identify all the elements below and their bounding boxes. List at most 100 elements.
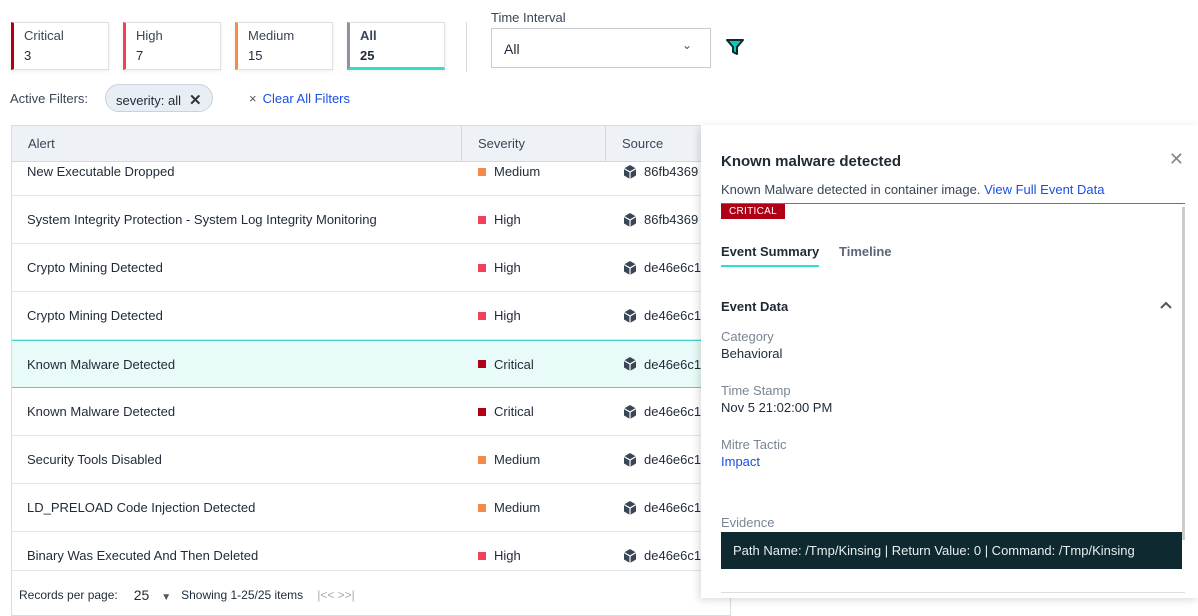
table-row[interactable]: Known Malware Detected Critical de46e6c1 [12,340,730,388]
container-icon [623,404,637,419]
column-severity[interactable]: Severity [462,126,606,161]
clear-all-filters-link[interactable]: × Clear All Filters [249,91,350,106]
divider [466,22,467,72]
chevron-down-icon: ⌄ [681,38,692,52]
timestamp-value: Nov 5 21:02:00 PM [721,400,833,415]
close-icon: × [249,91,257,106]
active-filters-label: Active Filters: [10,91,89,106]
severity-value: Medium [494,452,541,467]
container-icon [623,164,637,179]
severity-value: High [494,212,521,227]
event-detail-panel: Known malware detected ✕ Known Malware d… [701,125,1198,598]
source-value: de46e6c1 [644,260,702,275]
container-icon [623,548,637,563]
divider [721,592,1185,593]
time-interval-label: Time Interval [491,10,566,25]
pagination-controls[interactable]: |<< >>| [317,588,355,602]
view-full-event-link[interactable]: View Full Event Data [984,182,1104,197]
severity-indicator-icon [478,360,486,368]
time-interval-select[interactable]: All ⌄ [491,28,711,68]
showing-items: Showing 1-25/25 items [181,587,304,602]
source-value: de46e6c1 [644,452,702,467]
divider [721,203,1185,204]
severity-card-critical[interactable]: Critical 3 [11,22,109,70]
filter-chip[interactable]: severity: all ✕ [105,84,213,112]
filter-chip-label: severity: all [116,93,182,108]
severity-indicator-icon [478,215,486,224]
panel-description: Known Malware detected in container imag… [721,182,981,197]
alert-name: Known Malware Detected [27,404,176,419]
clear-all-label: Clear All Filters [262,91,351,106]
card-count: 3 [24,48,32,63]
card-label: All [360,28,377,43]
table-row[interactable]: Security Tools Disabled Medium de46e6c1 [12,436,730,484]
severity-value: High [494,260,521,275]
container-icon [623,212,637,227]
mitre-tactic-label: Mitre Tactic [721,437,787,452]
caret-down-icon: ▼ [161,591,172,603]
tab-event-summary[interactable]: Event Summary [721,244,820,267]
alerts-table: Alert Severity Source New Executable Dro… [11,125,731,616]
severity-indicator-icon [478,263,486,272]
timestamp-label: Time Stamp [721,383,791,398]
close-icon[interactable]: ✕ [1169,149,1184,170]
severity-badge: CRITICAL [721,204,785,219]
table-row[interactable]: Crypto Mining Detected High de46e6c1 [12,244,730,292]
source-value: de46e6c1 [644,356,702,372]
severity-indicator-icon [478,551,486,560]
severity-indicator-icon [478,167,486,176]
alert-name: New Executable Dropped [27,164,175,179]
source-value: de46e6c1 [644,404,702,419]
alert-name: LD_PRELOAD Code Injection Detected [27,500,256,515]
tab-timeline[interactable]: Timeline [839,244,892,265]
severity-card-all[interactable]: All 25 [347,22,445,70]
source-value: de46e6c1 [644,548,702,563]
card-count: 25 [360,48,375,63]
table-footer: Records per page: 25 ▼ Showing 1-25/25 i… [12,570,730,615]
severity-indicator-icon [478,311,486,320]
container-icon [623,260,637,275]
category-value: Behavioral [721,346,783,361]
table-header: Alert Severity Source [12,126,730,162]
severity-card-high[interactable]: High 7 [123,22,221,70]
close-icon[interactable]: ✕ [189,92,202,109]
scrollbar[interactable] [1182,207,1185,540]
event-data-heading: Event Data [721,299,789,314]
alert-name: Binary Was Executed And Then Deleted [27,548,259,563]
table-row[interactable]: LD_PRELOAD Code Injection Detected Mediu… [12,484,730,532]
category-label: Category [721,329,774,344]
table-row[interactable]: Known Malware Detected Critical de46e6c1 [12,388,730,436]
table-row[interactable]: New Executable Dropped Medium 86fb4369 [12,162,730,196]
severity-indicator-icon [478,455,486,464]
severity-value: High [494,548,521,563]
source-value: 86fb4369 [644,164,699,179]
severity-value: High [494,308,521,323]
severity-card-medium[interactable]: Medium 15 [235,22,333,70]
alert-name: System Integrity Protection - System Log… [27,212,377,227]
alert-name: Crypto Mining Detected [27,260,163,275]
source-value: de46e6c1 [644,308,702,323]
severity-indicator-icon [478,503,486,512]
records-per-page-select[interactable]: 25 ▼ [134,587,171,603]
column-source[interactable]: Source [606,126,663,161]
source-value: 86fb4369 [644,212,699,227]
chevron-up-icon[interactable] [1159,297,1173,313]
table-row[interactable]: System Integrity Protection - System Log… [12,196,730,244]
card-label: Critical [24,28,64,43]
severity-value: Critical [494,356,534,372]
filter-icon[interactable] [726,38,744,59]
records-per-page-label: Records per page: [19,587,118,602]
container-icon [623,500,637,515]
card-count: 15 [248,48,263,63]
alert-name: Known Malware Detected [27,356,176,372]
column-alert[interactable]: Alert [12,126,462,161]
table-row[interactable]: Crypto Mining Detected High de46e6c1 [12,292,730,340]
severity-value: Medium [494,500,541,515]
panel-title: Known malware detected [721,153,902,170]
card-label: High [136,28,163,43]
mitre-tactic-link[interactable]: Impact [721,454,760,469]
evidence-label: Evidence [721,515,775,530]
severity-indicator-icon [478,407,486,416]
alert-name: Security Tools Disabled [27,452,162,467]
card-count: 7 [136,48,144,63]
